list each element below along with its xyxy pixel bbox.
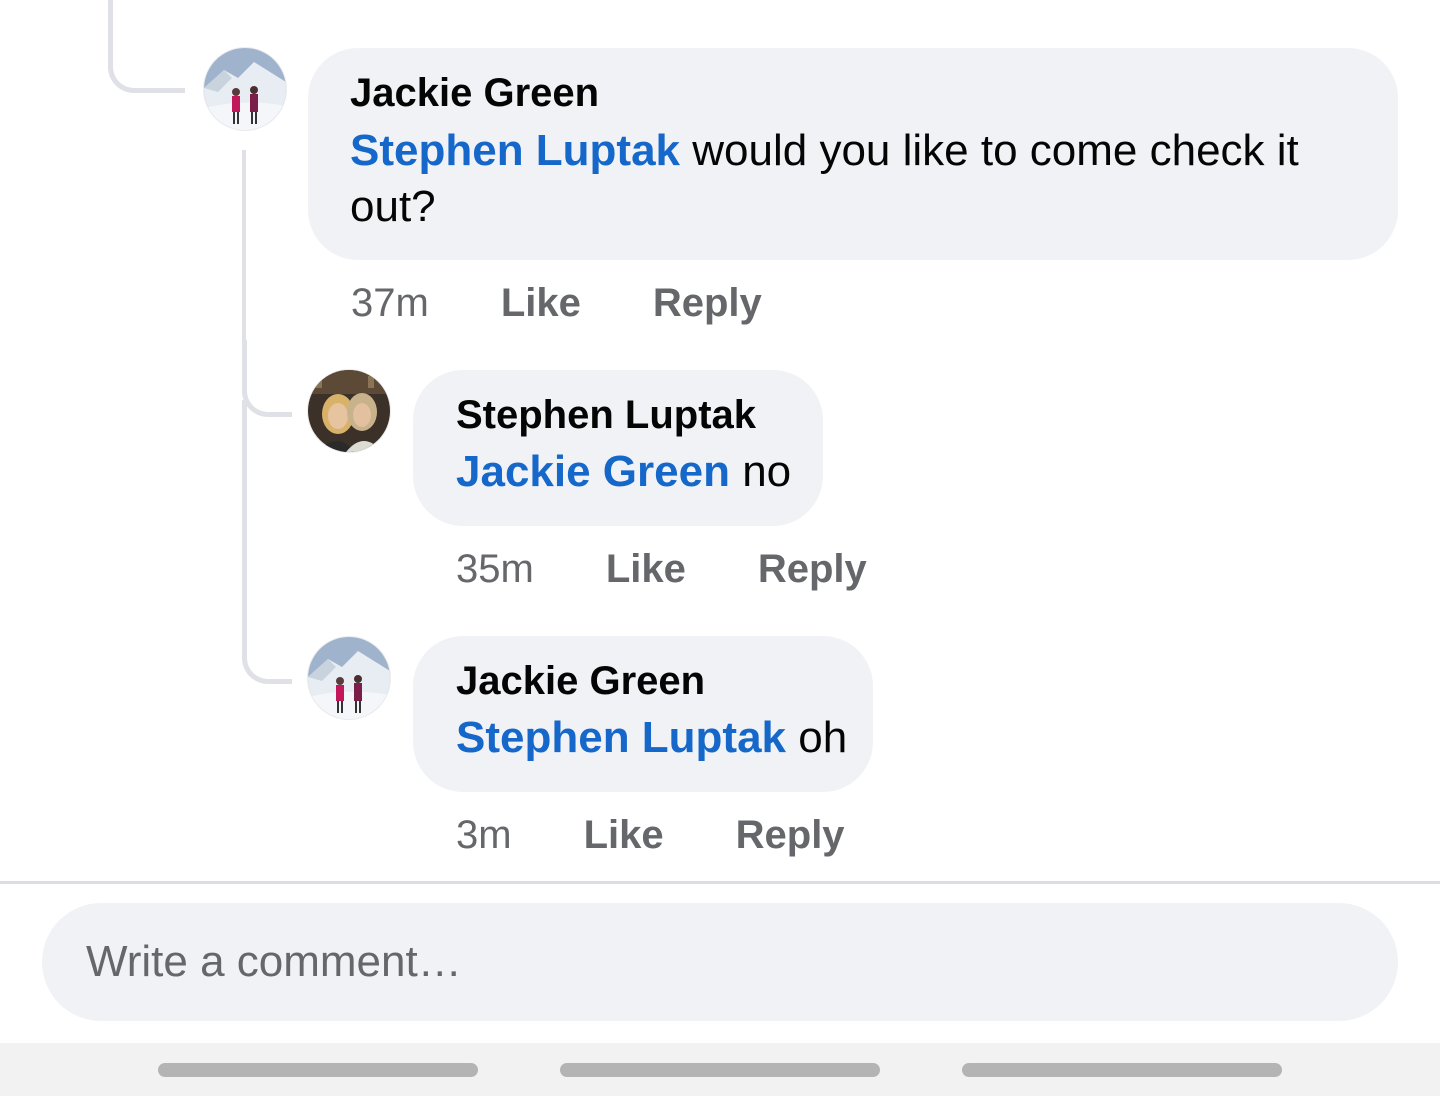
reply-button[interactable]: Reply xyxy=(758,546,867,592)
nav-back-button[interactable] xyxy=(962,1063,1282,1077)
comment-actions: 3m Like Reply xyxy=(456,812,845,858)
comment-actions: 37m Like Reply xyxy=(351,280,762,326)
mention-link[interactable]: Stephen Luptak xyxy=(350,126,680,175)
like-button[interactable]: Like xyxy=(584,812,664,858)
comment-text: Stephen Luptak oh xyxy=(456,710,853,766)
comment-text: Jackie Green no xyxy=(456,444,803,500)
comment-timestamp[interactable]: 35m xyxy=(456,546,534,592)
like-button[interactable]: Like xyxy=(606,546,686,592)
comment-bubble[interactable]: Jackie Green Stephen Luptak oh xyxy=(413,636,873,792)
comment-text: Stephen Luptak would you like to come ch… xyxy=(350,123,1358,235)
comment-author[interactable]: Jackie Green xyxy=(350,70,1358,116)
avatar[interactable] xyxy=(308,637,390,719)
comment-actions: 35m Like Reply xyxy=(456,546,867,592)
mention-link[interactable]: Stephen Luptak xyxy=(456,713,786,762)
thread-connector-vertical xyxy=(242,150,246,355)
thread-connector-top xyxy=(108,0,185,93)
profile-photo-snow-mountain-icon xyxy=(204,48,286,130)
avatar[interactable] xyxy=(204,48,286,130)
comment-author[interactable]: Jackie Green xyxy=(456,658,853,704)
reply-button[interactable]: Reply xyxy=(736,812,845,858)
composer-divider xyxy=(0,881,1440,884)
comment-body: no xyxy=(729,447,792,496)
mention-link[interactable]: Jackie Green xyxy=(456,447,730,496)
comment-bubble[interactable]: Stephen Luptak Jackie Green no xyxy=(413,370,823,526)
comment-input[interactable]: Write a comment… xyxy=(42,903,1398,1021)
comment-bubble[interactable]: Jackie Green Stephen Luptak would you li… xyxy=(308,48,1398,260)
nav-home-button[interactable] xyxy=(560,1063,880,1077)
profile-photo-two-people-icon xyxy=(308,370,390,452)
nav-recents-button[interactable] xyxy=(158,1063,478,1077)
comment-timestamp[interactable]: 3m xyxy=(456,812,512,858)
thread-connector-branch-2 xyxy=(242,400,292,684)
comment-body: oh xyxy=(786,713,848,762)
like-button[interactable]: Like xyxy=(501,280,581,326)
comment-input-placeholder: Write a comment… xyxy=(86,937,462,986)
reply-button[interactable]: Reply xyxy=(653,280,762,326)
avatar[interactable] xyxy=(308,370,390,452)
profile-photo-snow-mountain-icon xyxy=(308,637,390,719)
comment-author[interactable]: Stephen Luptak xyxy=(456,392,803,438)
comment-timestamp[interactable]: 37m xyxy=(351,280,429,326)
